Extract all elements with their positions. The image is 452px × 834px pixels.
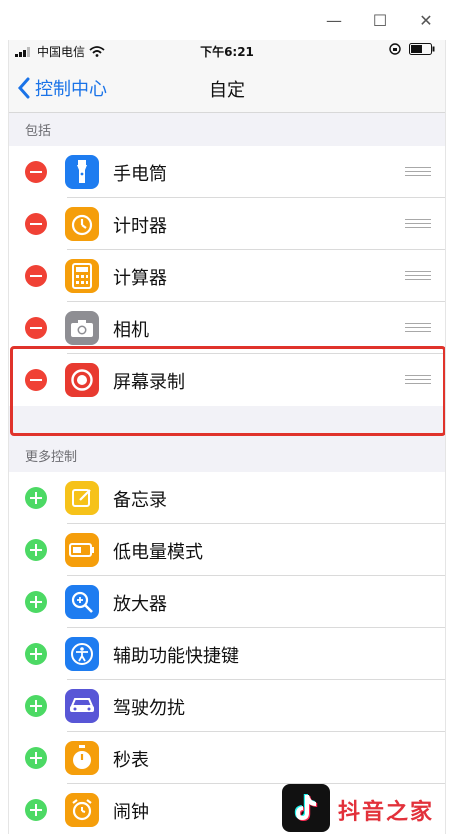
add-button[interactable]	[25, 747, 47, 769]
add-button[interactable]	[25, 799, 47, 821]
battery-status-icon	[409, 43, 435, 55]
item-label: 辅助功能快捷键	[113, 646, 239, 667]
item-label: 备忘录	[113, 490, 167, 511]
highlight-box	[10, 346, 445, 436]
accessibility-icon	[65, 637, 99, 671]
list-item[interactable]: 计时器	[9, 198, 445, 250]
reorder-handle-icon[interactable]	[405, 323, 431, 333]
list-item[interactable]: 低电量模式	[9, 524, 445, 576]
list-item[interactable]: 计算器	[9, 250, 445, 302]
section-header-included: 包括	[25, 124, 52, 139]
item-label: 相机	[113, 320, 149, 341]
watermark-text: 抖音之家	[338, 799, 435, 825]
car-icon	[65, 689, 99, 723]
calculator-icon	[65, 259, 99, 293]
status-right	[389, 43, 435, 55]
alarm-icon	[65, 793, 99, 827]
item-label: 驾驶勿扰	[113, 698, 185, 719]
section-header-more: 更多控制	[25, 450, 78, 465]
remove-button[interactable]	[25, 213, 47, 235]
add-button[interactable]	[25, 695, 47, 717]
item-label: 放大器	[113, 594, 167, 615]
maximize-button[interactable]: ☐	[366, 6, 394, 34]
close-button[interactable]: ✕	[412, 6, 440, 34]
orientation-lock-icon	[389, 43, 401, 55]
phone-screen: 中国电信 下午6:21 控制中心 自定 包括 手电筒 计时器 计算器 相机 屏幕…	[8, 40, 446, 834]
remove-button[interactable]	[25, 265, 47, 287]
reorder-handle-icon[interactable]	[405, 219, 431, 229]
add-button[interactable]	[25, 539, 47, 561]
reorder-handle-icon[interactable]	[405, 167, 431, 177]
item-label: 秒表	[113, 750, 149, 771]
list-item[interactable]: 驾驶勿扰	[9, 680, 445, 732]
status-time: 下午6:21	[200, 45, 254, 59]
status-bar: 中国电信 下午6:21	[9, 40, 445, 62]
item-label: 手电筒	[113, 164, 167, 185]
timer-icon	[65, 207, 99, 241]
reorder-handle-icon[interactable]	[405, 271, 431, 281]
magnifier-icon	[65, 585, 99, 619]
minimize-button[interactable]: —	[320, 6, 348, 34]
app-window: — ☐ ✕ 中国电信 下午6:21 控制中心 自定 包括 手电筒 计时器 计算器…	[0, 0, 452, 834]
add-button[interactable]	[25, 487, 47, 509]
flashlight-icon	[65, 155, 99, 189]
tiktok-logo-icon	[282, 784, 330, 832]
remove-button[interactable]	[25, 161, 47, 183]
page-title: 自定	[209, 80, 245, 101]
list-item[interactable]: 放大器	[9, 576, 445, 628]
list-item[interactable]: 手电筒	[9, 146, 445, 198]
add-button[interactable]	[25, 643, 47, 665]
watermark: 抖音之家	[282, 784, 452, 834]
list-item[interactable]: 秒表	[9, 732, 445, 784]
notes-icon	[65, 481, 99, 515]
stopwatch-icon	[65, 741, 99, 775]
battery-icon	[65, 533, 99, 567]
add-button[interactable]	[25, 591, 47, 613]
list-item[interactable]: 备忘录	[9, 472, 445, 524]
item-label: 计算器	[113, 268, 167, 289]
item-label: 闹钟	[113, 802, 149, 823]
camera-icon	[65, 311, 99, 345]
item-label: 低电量模式	[113, 542, 203, 563]
window-titlebar: — ☐ ✕	[0, 0, 452, 40]
remove-button[interactable]	[25, 317, 47, 339]
nav-bar: 控制中心 自定	[9, 62, 445, 113]
list-item[interactable]: 辅助功能快捷键	[9, 628, 445, 680]
item-label: 计时器	[113, 216, 167, 237]
